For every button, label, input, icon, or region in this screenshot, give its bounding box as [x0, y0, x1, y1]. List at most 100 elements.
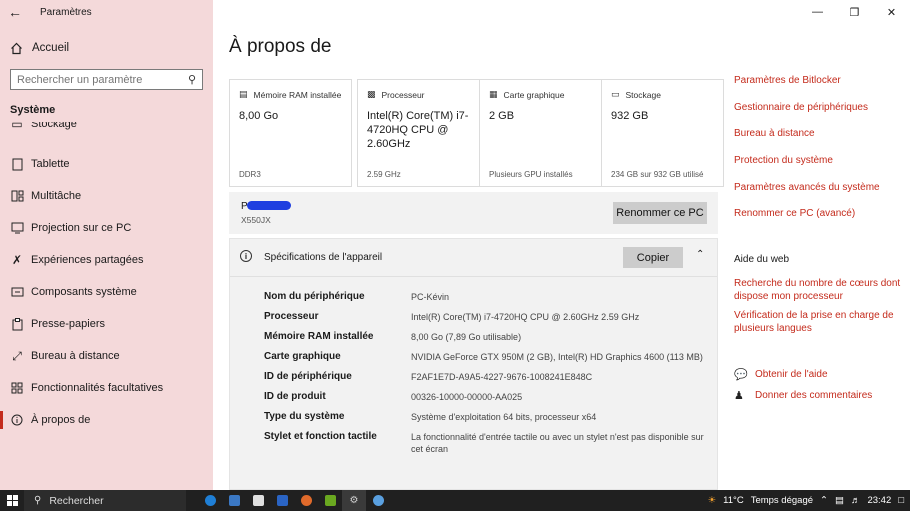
link-cpu-cores[interactable]: Recherche du nombre de cœurs dont dispos…	[734, 277, 904, 303]
sidebar-item-optional-features[interactable]: Fonctionnalités facultatives	[0, 376, 213, 400]
sidebar-item-label: Projection sur ce PC	[31, 222, 132, 234]
weather-icon[interactable]: ☀	[708, 495, 717, 506]
sidebar-item-label: Fonctionnalités facultatives	[31, 382, 164, 394]
sidebar-item-label: À propos de	[31, 414, 91, 426]
main-content: — ❐ ✕ À propos de ▤ Mémoire RAM installée…	[213, 0, 910, 490]
clock[interactable]: 23:42	[867, 495, 891, 506]
device-specs-table: Nom du périphérique PC-Kévin Processeur In…	[264, 291, 704, 460]
feedback-label: Donner des commentaires	[755, 390, 873, 401]
selection-indicator	[0, 411, 3, 429]
sidebar-item-components[interactable]: Composants système	[0, 280, 213, 304]
temperature[interactable]: 11°C	[723, 495, 744, 506]
sidebar-item-projection[interactable]: Projection sur ce PC	[0, 216, 213, 240]
minimize-button[interactable]: —	[799, 0, 836, 24]
sidebar-item-tablet[interactable]: Tablette	[0, 152, 213, 176]
notifications-icon[interactable]: □	[898, 495, 904, 506]
link-device-manager[interactable]: Gestionnaire de périphériques	[734, 102, 868, 113]
app-icon-swatch	[276, 495, 288, 506]
app-icon-swatch	[300, 495, 312, 506]
sidebar-item-multitask[interactable]: Multitâche	[0, 184, 213, 208]
card-value: 932 GB	[611, 110, 649, 122]
spec-value: PC-Kévin	[411, 292, 450, 302]
pc-model: X550JX	[241, 215, 271, 225]
chevron-up-icon[interactable]: ⌃	[696, 249, 704, 260]
sidebar-item-label: Composants système	[31, 286, 137, 298]
sidebar: ← Paramètres Accueil ⚲ Système ▭ Stockag…	[0, 0, 213, 490]
sidebar-item-about[interactable]: À propos de	[0, 408, 213, 432]
back-arrow-icon: ←	[8, 4, 22, 20]
settings-search-input[interactable]	[17, 73, 188, 86]
spec-key: Carte graphique	[264, 351, 341, 362]
spec-row: ID de périphérique F2AF1E7D-A9A5-4227-967…	[264, 371, 704, 386]
shared-icon: ✗	[11, 253, 23, 267]
multitask-icon	[10, 189, 24, 203]
spec-row: Processeur Intel(R) Core(TM) i7-4720HQ CP…	[264, 311, 704, 326]
app-icon-swatch	[324, 495, 336, 506]
spec-key: Nom du périphérique	[264, 291, 365, 302]
app-icon-swatch	[228, 495, 240, 506]
ram-card: ▤ Mémoire RAM installée 8,00 Go DDR3	[229, 79, 352, 187]
spec-value: Système d'exploitation 64 bits, processe…	[411, 412, 597, 422]
gpu-icon: ▦	[489, 89, 498, 99]
link-rename-advanced[interactable]: Renommer ce PC (avancé)	[734, 208, 855, 219]
pc-name-panel: PC X550JX Renommer ce PC	[229, 192, 718, 234]
app-icon-swatch	[372, 495, 384, 506]
spec-value: 8,00 Go (7,89 Go utilisable)	[411, 332, 522, 342]
network-icon[interactable]: ▤	[835, 495, 844, 506]
sidebar-item-label: Presse-papiers	[31, 318, 105, 330]
copy-button[interactable]: Copier	[623, 247, 683, 268]
search-icon[interactable]: ⚲	[188, 73, 196, 86]
rename-pc-button[interactable]: Renommer ce PC	[613, 202, 707, 224]
spec-row: Type du système Système d'exploitation 64…	[264, 411, 704, 426]
sidebar-item-storage[interactable]: ▭ Stockage	[0, 122, 213, 136]
section-title: Système	[10, 104, 56, 116]
storage-icon: ▭	[11, 122, 23, 131]
link-bitlocker[interactable]: Paramètres de Bitlocker	[734, 75, 841, 86]
edge-icon[interactable]	[198, 490, 222, 511]
sidebar-item-shared-experiences[interactable]: ✗ Expériences partagées	[0, 248, 213, 272]
outlook-icon[interactable]	[270, 490, 294, 511]
settings-search[interactable]: ⚲	[10, 69, 203, 90]
firefox-icon[interactable]	[294, 490, 318, 511]
link-language-support[interactable]: Vérification de la prise en charge de pl…	[734, 309, 904, 335]
settings-gear-icon[interactable]: ⚙	[342, 490, 366, 511]
card-value: 8,00 Go	[239, 110, 279, 122]
close-button[interactable]: ✕	[873, 0, 910, 24]
storage-card: ▭ Stockage 932 GB 234 GB sur 932 GB utili…	[601, 79, 724, 187]
card-subtext: 2.59 GHz	[367, 170, 401, 179]
steam-icon[interactable]	[366, 490, 390, 511]
device-specs-header[interactable]: i Spécifications de l'appareil Copier ⌃	[230, 239, 717, 277]
device-specs-panel: i Spécifications de l'appareil Copier ⌃ …	[229, 238, 718, 490]
mail-icon[interactable]	[222, 490, 246, 511]
taskbar: ⚲ Rechercher ⚙ ☀ 11°C Temps dégagé ⌃ ▤ ♬…	[0, 490, 910, 511]
card-subtext: Plusieurs GPU installés	[489, 170, 573, 179]
windows-logo-icon	[6, 495, 18, 506]
back-button[interactable]: ←	[0, 0, 30, 24]
chevron-up-icon[interactable]: ⌃	[820, 495, 828, 506]
spec-value: 00326-10000-00000-AA025	[411, 392, 523, 402]
calculator-icon[interactable]	[246, 490, 270, 511]
link-system-protection[interactable]: Protection du système	[734, 155, 833, 166]
spec-key: Stylet et fonction tactile	[264, 431, 377, 442]
sidebar-item-label: Expériences partagées	[31, 254, 144, 266]
components-icon	[10, 285, 24, 299]
get-help-link[interactable]: 💬 Obtenir de l'aide	[734, 368, 828, 381]
sidebar-item-label: Stockage	[31, 122, 77, 130]
nvidia-icon[interactable]	[318, 490, 342, 511]
sidebar-item-remote-desktop[interactable]: ⤢ Bureau à distance	[0, 344, 213, 368]
gpu-card: ▦ Carte graphique 2 GB Plusieurs GPU inst…	[479, 79, 602, 187]
cpu-card: ▩ Processeur Intel(R) Core(TM) i7-4720HQ …	[357, 79, 480, 187]
feedback-link[interactable]: ♟ Donner des commentaires	[734, 389, 872, 402]
link-remote-desktop[interactable]: Bureau à distance	[734, 128, 815, 139]
window-controls: — ❐ ✕	[799, 0, 910, 24]
system-tray: ☀ 11°C Temps dégagé ⌃ ▤ ♬ 23:42 □	[701, 490, 904, 511]
maximize-button[interactable]: ❐	[836, 0, 873, 24]
weather-text[interactable]: Temps dégagé	[751, 495, 813, 506]
home-link[interactable]: Accueil	[0, 37, 213, 59]
taskbar-search[interactable]: ⚲ Rechercher	[24, 490, 186, 511]
sidebar-item-clipboard[interactable]: Presse-papiers	[0, 312, 213, 336]
link-advanced-settings[interactable]: Paramètres avancés du système	[734, 182, 880, 193]
home-icon	[11, 42, 22, 54]
start-button[interactable]	[0, 490, 24, 511]
volume-icon[interactable]: ♬	[851, 495, 861, 506]
